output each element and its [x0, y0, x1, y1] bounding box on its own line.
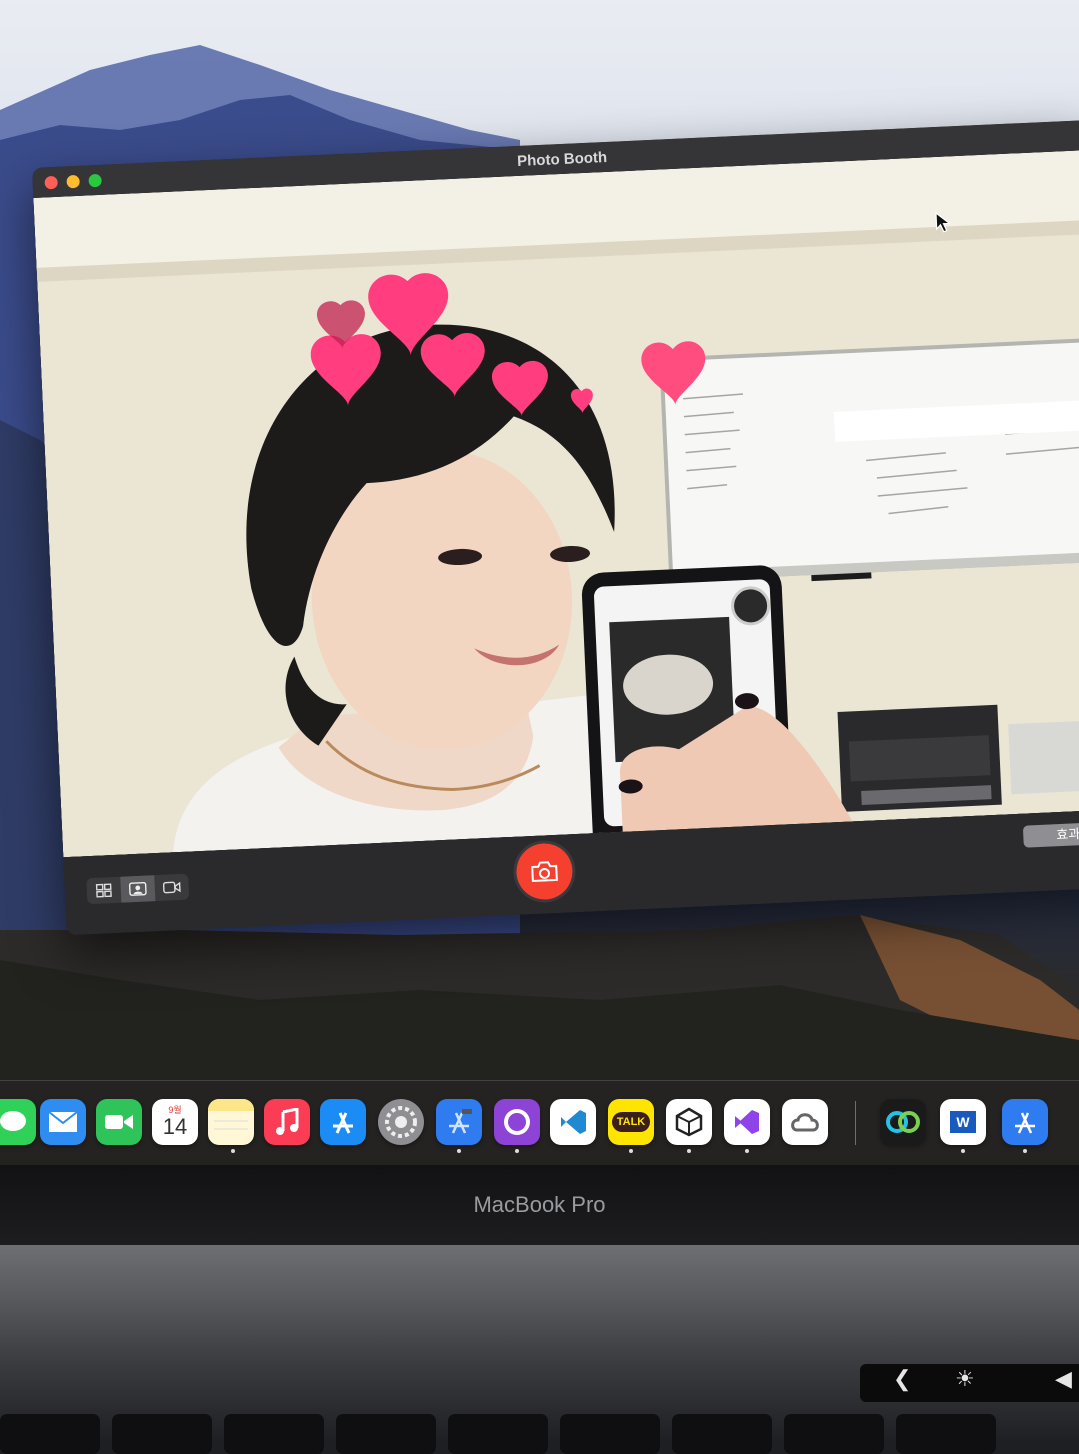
whiteboard [659, 337, 1079, 582]
grid-mode-button[interactable] [86, 877, 121, 905]
github-cat-icon [504, 1109, 530, 1135]
dock-music[interactable] [264, 1099, 310, 1145]
talk-badge: TALK [611, 1112, 651, 1132]
key[interactable] [784, 1414, 884, 1454]
cloud-icon [791, 1113, 819, 1132]
dock-facetime[interactable] [96, 1099, 142, 1145]
dock-xcode[interactable] [436, 1099, 482, 1145]
photo-booth-window: Photo Booth 효과 [32, 119, 1079, 936]
running-indicator [515, 1149, 519, 1153]
word-icon: W [950, 1111, 976, 1133]
touchbar-chevron-left-icon[interactable]: ❮ [893, 1366, 911, 1392]
keyboard-row [0, 1414, 1079, 1454]
dock-creative-cloud[interactable] [782, 1099, 828, 1145]
dock-app-store[interactable] [320, 1099, 366, 1145]
key[interactable] [0, 1414, 100, 1454]
dock-microsoft-word[interactable]: W [940, 1099, 986, 1145]
camera-feed [33, 149, 1079, 858]
single-photo-mode-button[interactable] [120, 875, 156, 903]
camera-icon [531, 861, 558, 883]
app-store-icon [333, 1112, 353, 1134]
app-store-icon [1015, 1112, 1035, 1134]
music-note-icon [276, 1108, 299, 1135]
laptop-brand-label: MacBook Pro [473, 1192, 606, 1217]
speech-bubble-icon [0, 1111, 26, 1131]
printer [837, 704, 1002, 812]
unity-cube-icon [675, 1107, 703, 1137]
portrait-icon [128, 881, 147, 896]
dock-webex[interactable] [880, 1099, 926, 1145]
dock-visual-studio-code[interactable] [550, 1099, 596, 1145]
key[interactable] [896, 1414, 996, 1454]
running-indicator [745, 1149, 749, 1153]
camera-preview [33, 149, 1079, 858]
envelope-icon [48, 1111, 78, 1132]
effects-button[interactable]: 효과 [1022, 821, 1079, 848]
dock-messages[interactable] [0, 1099, 36, 1145]
vscode-icon [561, 1110, 586, 1134]
running-indicator [1023, 1149, 1027, 1153]
four-up-grid-icon [95, 883, 112, 898]
dock-simulator[interactable] [1002, 1099, 1048, 1145]
video-mode-button[interactable] [154, 874, 189, 902]
dock-separator [855, 1101, 856, 1145]
running-indicator [687, 1149, 691, 1153]
key[interactable] [560, 1414, 660, 1454]
key[interactable] [448, 1414, 548, 1454]
mouse-pointer-icon [935, 211, 952, 233]
running-indicator [231, 1149, 235, 1153]
laptop-base [0, 1245, 1079, 1440]
key[interactable] [224, 1414, 324, 1454]
video-camera-icon [105, 1115, 133, 1129]
notepad-icon [208, 1099, 254, 1130]
dock-visual-studio[interactable] [724, 1099, 770, 1145]
dock: 9월 14 TALK W [0, 1080, 1079, 1159]
desktop: Photo Booth 효과 9월 14 TALK W [0, 0, 1079, 1165]
dock-mail[interactable] [40, 1099, 86, 1145]
dock-github-desktop[interactable] [494, 1099, 540, 1145]
mode-switcher [86, 873, 190, 905]
dock-kakaotalk[interactable]: TALK [608, 1099, 654, 1145]
key[interactable] [672, 1414, 772, 1454]
running-indicator [457, 1149, 461, 1153]
visual-studio-icon [735, 1110, 759, 1134]
touchbar-brightness-icon[interactable]: ☀ [955, 1366, 975, 1392]
gear-icon [385, 1106, 417, 1138]
dock-notes[interactable] [208, 1099, 254, 1145]
video-camera-icon [162, 881, 181, 894]
dock-unity-hub[interactable] [666, 1099, 712, 1145]
calendar-day: 14 [162, 1114, 188, 1139]
key[interactable] [112, 1414, 212, 1454]
dock-system-preferences[interactable] [378, 1099, 424, 1145]
touchbar-volume-icon[interactable]: ◀ [1055, 1366, 1072, 1392]
take-photo-button[interactable] [515, 842, 574, 901]
running-indicator [961, 1149, 965, 1153]
running-indicator [629, 1149, 633, 1153]
webex-icon [886, 1111, 920, 1133]
key[interactable] [336, 1414, 436, 1454]
hammer-icon [449, 1109, 472, 1134]
dock-calendar[interactable]: 9월 14 [152, 1099, 198, 1145]
